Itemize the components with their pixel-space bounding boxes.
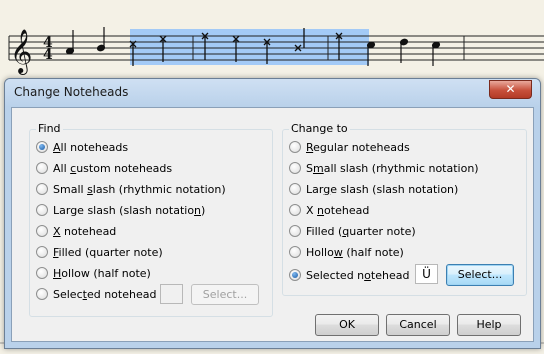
find-option-hollow[interactable]: Hollow (half note) [36,265,151,281]
option-label: All noteheads [53,140,129,154]
radio-hollow[interactable] [36,267,48,279]
find-option-large-slash[interactable]: Large slash (slash notation) [36,202,205,218]
option-label: Selected notehead [53,287,157,301]
option-label: Small slash (rhythmic notation) [53,182,226,196]
option-label: Large slash (slash notation) [306,182,459,196]
cancel-button[interactable]: Cancel [386,314,450,336]
change-noteheads-dialog: Change Noteheads ✕ Find All noteheads Al… [4,78,541,349]
option-label: Filled (quarter note) [53,245,163,259]
dialog-title: Change Noteheads [14,85,129,99]
help-button[interactable]: Help [457,314,521,336]
option-label: Regular noteheads [306,140,410,154]
change-option-selected-notehead[interactable]: Selected notehead [289,267,409,283]
change-to-group: Change to Regular noteheads Small slash … [282,122,527,296]
find-group-label: Find [36,122,63,135]
radio-selected-notehead[interactable] [289,269,301,281]
radio-large-slash[interactable] [36,204,48,216]
radio-large-slash[interactable] [289,183,301,195]
time-signature-bottom: 4 [43,47,53,63]
dialog-titlebar[interactable]: Change Noteheads ✕ [5,79,540,107]
find-option-filled[interactable]: Filled (quarter note) [36,244,163,260]
find-group: Find All noteheads All custom noteheads … [29,122,273,317]
find-option-selected-notehead[interactable]: Selected notehead [36,286,156,302]
find-notehead-preview [160,284,183,304]
radio-all-noteheads[interactable] [36,141,48,153]
find-option-x-notehead[interactable]: X notehead [36,223,116,239]
radio-small-slash[interactable] [289,162,301,174]
ok-button[interactable]: OK [315,314,379,336]
option-label: Hollow (half note) [53,266,151,280]
change-notehead-preview: Ü [415,264,438,284]
change-option-filled[interactable]: Filled (quarter note) [289,223,416,239]
treble-clef-icon: 𝄞 [10,29,32,75]
radio-x-notehead[interactable] [289,204,301,216]
option-label: X notehead [306,203,370,217]
close-icon: ✕ [505,82,516,96]
change-option-hollow[interactable]: Hollow (half note) [289,244,404,260]
change-option-regular-noteheads[interactable]: Regular noteheads [289,139,410,155]
find-select-button[interactable]: Select... [191,284,259,305]
radio-x-notehead[interactable] [36,225,48,237]
find-option-small-slash[interactable]: Small slash (rhythmic notation) [36,181,226,197]
option-label: Small slash (rhythmic notation) [306,161,479,175]
radio-selected-notehead[interactable] [36,288,48,300]
radio-all-custom-noteheads[interactable] [36,162,48,174]
radio-regular-noteheads[interactable] [289,141,301,153]
change-option-large-slash[interactable]: Large slash (slash notation) [289,181,458,197]
option-label: Hollow (half note) [306,245,404,259]
option-label: X notehead [53,224,117,238]
option-label: Large slash (slash notation) [53,203,206,217]
radio-hollow[interactable] [289,246,301,258]
dialog-client-area: Find All noteheads All custom noteheads … [11,107,534,342]
find-option-all-noteheads[interactable]: All noteheads [36,139,128,155]
option-label: All custom noteheads [53,161,173,175]
change-to-group-label: Change to [289,122,350,135]
change-option-x-notehead[interactable]: X notehead [289,202,369,218]
change-select-button[interactable]: Select... [446,264,514,286]
option-label: Filled (quarter note) [306,224,416,238]
close-button[interactable]: ✕ [489,80,532,99]
radio-filled[interactable] [36,246,48,258]
option-label: Selected notehead [306,268,410,282]
change-option-small-slash[interactable]: Small slash (rhythmic notation) [289,160,479,176]
find-option-all-custom-noteheads[interactable]: All custom noteheads [36,160,172,176]
radio-small-slash[interactable] [36,183,48,195]
radio-filled[interactable] [289,225,301,237]
